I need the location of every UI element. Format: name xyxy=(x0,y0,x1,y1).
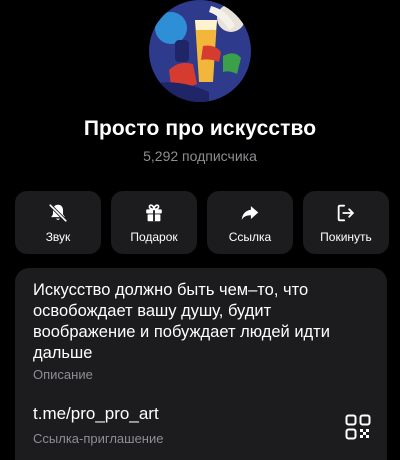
leave-icon xyxy=(337,204,354,221)
avatar-artwork xyxy=(149,0,251,102)
invite-link-caption: Ссылка-приглашение xyxy=(33,431,164,446)
channel-avatar[interactable] xyxy=(149,0,251,102)
subscriber-count: 5,292 подписчика xyxy=(143,148,257,164)
mute-button[interactable]: Звук xyxy=(15,191,101,254)
channel-title: Просто про искусство xyxy=(83,117,317,140)
leave-button[interactable]: Покинуть xyxy=(303,191,389,254)
channel-description: Искусство должно быть чем–то, что освобо… xyxy=(33,281,330,362)
mute-button-label: Звук xyxy=(45,229,71,244)
gift-icon xyxy=(146,203,162,221)
description-caption: Описание xyxy=(33,367,93,382)
leave-button-label: Покинуть xyxy=(320,229,372,244)
bell-off-icon xyxy=(48,203,68,222)
gift-button[interactable]: Подарок xyxy=(111,191,197,254)
share-arrow-icon xyxy=(241,205,259,220)
gift-button-label: Подарок xyxy=(130,229,178,244)
share-link-button-label: Ссылка xyxy=(228,229,272,244)
action-bar: Звук Подарок Ссылка Покинуть xyxy=(15,191,389,254)
share-link-button[interactable]: Ссылка xyxy=(207,191,293,254)
invite-link[interactable]: t.me/pro_pro_art xyxy=(33,404,159,424)
channel-profile-screen: Просто про искусство 5,292 подписчика Зв… xyxy=(0,0,400,460)
channel-info-card: Искусство должно быть чем–то, что освобо… xyxy=(15,268,387,460)
qr-code-icon[interactable] xyxy=(345,414,371,440)
